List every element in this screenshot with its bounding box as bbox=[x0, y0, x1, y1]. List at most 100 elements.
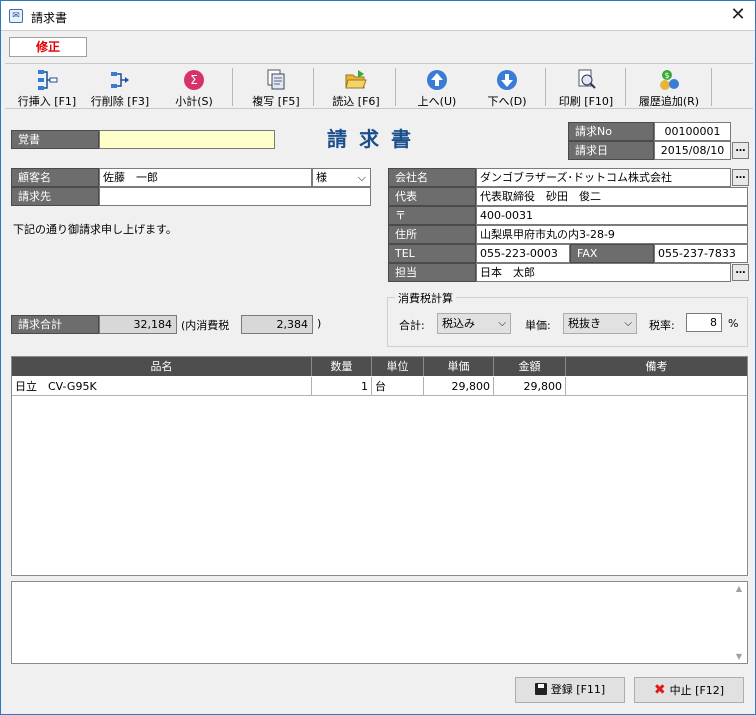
notes-textarea[interactable]: ▲ ▼ bbox=[11, 581, 748, 664]
register-button[interactable]: 登録 [F11] bbox=[515, 677, 625, 703]
tax-calc-legend: 消費税計算 bbox=[395, 290, 456, 306]
zip-field[interactable]: 400-0031 bbox=[476, 206, 748, 225]
toolbar-separator bbox=[711, 68, 712, 106]
table-cell-remarks[interactable] bbox=[566, 377, 747, 396]
toolbar-separator bbox=[395, 68, 396, 106]
invoice-total-label: 請求合計 bbox=[11, 315, 99, 334]
arrow-down-icon bbox=[497, 70, 517, 90]
row-delete-button[interactable]: 行削除 [F3] bbox=[85, 66, 155, 108]
mode-label: 修正 bbox=[9, 37, 87, 57]
add-history-button[interactable]: $ 履歴追加(R) bbox=[631, 66, 707, 108]
bill-to-field[interactable] bbox=[99, 187, 371, 206]
close-icon: ✕ bbox=[730, 4, 746, 25]
print-preview-icon bbox=[578, 69, 596, 89]
toolbar-separator bbox=[313, 68, 314, 106]
invoice-total-value: 32,184 bbox=[99, 315, 177, 334]
move-up-button[interactable]: 上へ(U) bbox=[405, 66, 469, 108]
print-button[interactable]: 印刷 [F10] bbox=[553, 66, 619, 108]
fax-field[interactable]: 055-237-7833 bbox=[654, 244, 748, 263]
table-cell-unit-price[interactable]: 29,800 bbox=[424, 377, 494, 396]
scroll-down-icon: ▼ bbox=[735, 652, 743, 661]
included-tax-value: 2,384 bbox=[241, 315, 313, 334]
notes-scrollbar[interactable]: ▲ ▼ bbox=[733, 584, 745, 661]
cancel-icon: ✖ bbox=[653, 682, 666, 698]
row-delete-icon bbox=[111, 72, 129, 88]
address-label: 住所 bbox=[388, 225, 476, 244]
toolbar-separator bbox=[625, 68, 626, 106]
table-cell-item[interactable]: 日立 CV-G95K bbox=[12, 377, 312, 396]
fax-label: FAX bbox=[570, 244, 654, 263]
arrow-up-icon bbox=[427, 70, 447, 90]
column-header-unit-price[interactable]: 単価 bbox=[424, 357, 494, 376]
included-tax-close: ) bbox=[317, 317, 322, 330]
column-header-item[interactable]: 品名 bbox=[12, 357, 312, 376]
close-button[interactable]: ✕ bbox=[723, 4, 753, 28]
company-picker-button[interactable]: … bbox=[732, 169, 749, 186]
line-items-grid[interactable]: 品名 数量 単位 単価 金額 備考 日立 CV-G95K 1 台 29,800 … bbox=[11, 356, 748, 576]
svg-text:Σ: Σ bbox=[190, 73, 198, 87]
address-field[interactable]: 山梨県甲府市丸の内3-28-9 bbox=[476, 225, 748, 244]
column-header-quantity[interactable]: 数量 bbox=[312, 357, 372, 376]
row-insert-button[interactable]: 行挿入 [F1] bbox=[13, 66, 81, 108]
subtotal-button[interactable]: Σ 小計(S) bbox=[167, 66, 221, 108]
load-button[interactable]: 読込 [F6] bbox=[323, 66, 389, 108]
staff-label: 担当 bbox=[388, 263, 476, 282]
copy-button[interactable]: 複写 [F5] bbox=[243, 66, 309, 108]
customer-name-field[interactable]: 佐藤 一郎 bbox=[99, 168, 312, 187]
unit-price-mode-select[interactable]: 税抜き ⌵ bbox=[563, 313, 637, 334]
invoice-no-field[interactable]: 00100001 bbox=[654, 122, 731, 141]
zip-label: 〒 bbox=[388, 206, 476, 225]
invoice-date-label: 請求日 bbox=[568, 141, 654, 160]
row-insert-icon bbox=[38, 70, 58, 90]
coins-icon: $ bbox=[660, 70, 679, 90]
table-cell-amount[interactable]: 29,800 bbox=[494, 377, 566, 396]
app-icon: ✉ bbox=[9, 9, 23, 23]
column-header-remarks[interactable]: 備考 bbox=[566, 357, 747, 376]
tax-total-mode-label: 合計: bbox=[399, 319, 425, 332]
representative-field[interactable]: 代表取締役 砂田 俊二 bbox=[476, 187, 748, 206]
move-down-button[interactable]: 下へ(D) bbox=[475, 66, 539, 108]
cancel-button[interactable]: ✖ 中止 [F12] bbox=[634, 677, 744, 703]
scroll-up-icon: ▲ bbox=[735, 584, 743, 593]
column-header-amount[interactable]: 金額 bbox=[494, 357, 566, 376]
invoice-no-label: 請求No bbox=[568, 122, 654, 141]
chevron-down-icon: ⌵ bbox=[624, 318, 632, 329]
save-icon bbox=[534, 683, 547, 695]
tel-label: TEL bbox=[388, 244, 476, 263]
company-name-label: 会社名 bbox=[388, 168, 476, 187]
tel-field[interactable]: 055-223-0003 bbox=[476, 244, 570, 263]
sigma-icon: Σ bbox=[184, 70, 204, 90]
table-cell-unit[interactable]: 台 bbox=[372, 377, 424, 396]
unit-price-mode-label: 単価: bbox=[525, 319, 551, 332]
staff-picker-button[interactable]: … bbox=[732, 264, 749, 281]
invoice-window: ✉ 請求書 ✕ 修正 行挿入 [F1] 行削除 [F3] Σ 小計(S) 複写 … bbox=[0, 0, 756, 715]
invoice-date-field[interactable]: 2015/08/10 bbox=[654, 141, 731, 160]
toolbar-separator bbox=[545, 68, 546, 106]
memo-input[interactable] bbox=[99, 130, 275, 149]
folder-open-icon bbox=[345, 70, 367, 89]
table-cell-quantity[interactable]: 1 bbox=[312, 377, 372, 396]
staff-field[interactable]: 日本 太郎 bbox=[476, 263, 731, 282]
tax-rate-unit: % bbox=[728, 317, 739, 330]
toolbar: 行挿入 [F1] 行削除 [F3] Σ 小計(S) 複写 [F5] 読込 [F6… bbox=[5, 63, 753, 109]
document-title: 請求書 bbox=[327, 127, 423, 151]
copy-icon bbox=[267, 69, 285, 90]
chevron-down-icon: ⌵ bbox=[357, 171, 366, 184]
honorific-select[interactable]: 様 ⌵ bbox=[312, 168, 371, 187]
representative-label: 代表 bbox=[388, 187, 476, 206]
customer-name-label: 顧客名 bbox=[11, 168, 99, 187]
window-title: 請求書 bbox=[31, 11, 68, 25]
greeting-text: 下記の通り御請求申し上げます。 bbox=[13, 223, 177, 236]
tax-rate-label: 税率: bbox=[649, 319, 675, 332]
column-header-unit[interactable]: 単位 bbox=[372, 357, 424, 376]
toolbar-separator bbox=[232, 68, 233, 106]
svg-text:$: $ bbox=[664, 71, 669, 80]
date-picker-button[interactable]: … bbox=[732, 142, 749, 159]
company-name-field[interactable]: ダンゴブラザーズ･ドットコム株式会社 bbox=[476, 168, 731, 187]
title-bar: ✉ 請求書 ✕ bbox=[1, 1, 755, 31]
tax-total-mode-select[interactable]: 税込み ⌵ bbox=[437, 313, 511, 334]
included-tax-label: (内消費税 bbox=[181, 319, 230, 332]
chevron-down-icon: ⌵ bbox=[498, 318, 506, 329]
bill-to-label: 請求先 bbox=[11, 187, 99, 206]
tax-rate-input[interactable]: 8 bbox=[686, 313, 722, 332]
